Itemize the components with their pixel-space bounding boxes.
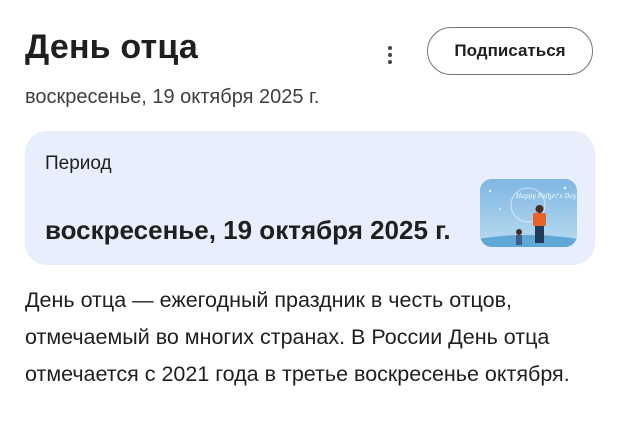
period-card: Период воскресенье, 19 октября 2025 г. H… [25, 131, 595, 265]
event-description: День отца — ежегодный праздник в честь о… [25, 288, 570, 386]
period-label: Период [45, 153, 112, 174]
more-dot [388, 46, 392, 50]
event-date: воскресенье, 19 октября 2025 г. [25, 86, 320, 108]
thumbnail-caption: Happy Father's Day [515, 193, 577, 200]
more-dot [388, 60, 392, 64]
more-options-icon[interactable] [380, 40, 400, 70]
fathers-day-thumbnail[interactable]: Happy Father's Day [480, 179, 577, 247]
event-title: День отца [25, 28, 199, 66]
event-header: День отца воскресенье, 19 октября 2025 г… [25, 26, 595, 116]
subscribe-button[interactable]: Подписаться [427, 27, 593, 75]
period-value: воскресенье, 19 октября 2025 г. [45, 215, 451, 245]
more-dot [388, 53, 392, 57]
fathers-day-image: Happy Father's Day [480, 179, 577, 247]
